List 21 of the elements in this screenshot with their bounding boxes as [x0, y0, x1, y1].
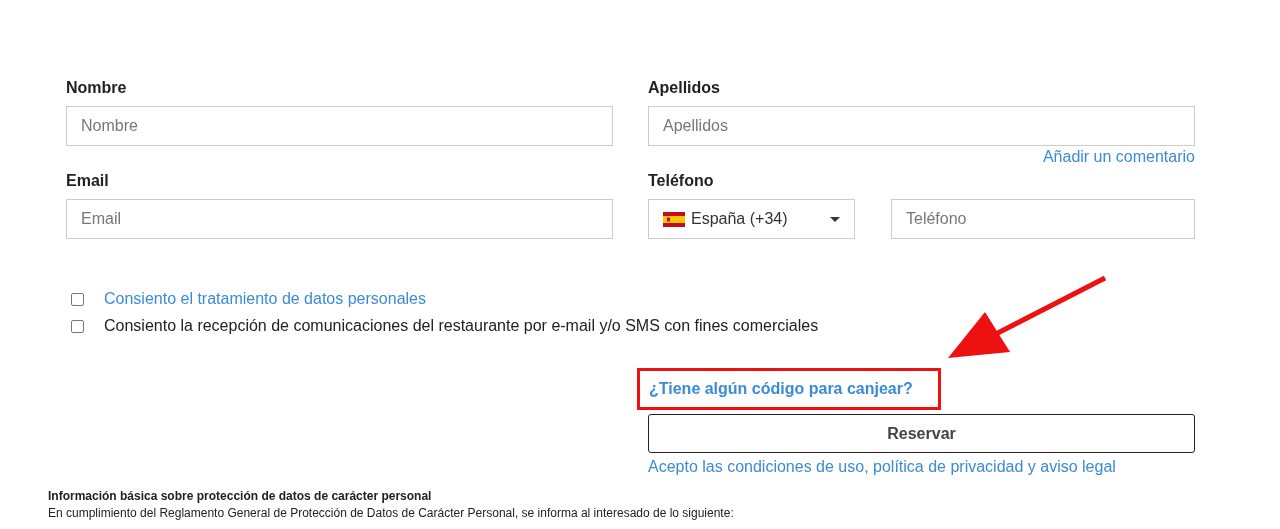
- add-comment-link[interactable]: Añadir un comentario: [1042, 147, 1195, 167]
- field-label: Apellidos: [648, 78, 721, 98]
- info-title: Información básica sobre protección de datos de carácter personal: [48, 488, 433, 505]
- redeem-code-link[interactable]: ¿Tiene algún código para canjear?: [649, 379, 913, 399]
- consent-link[interactable]: Consiento el tratamiento de datos personales: [104, 289, 426, 309]
- field-label: Teléfono: [648, 171, 715, 191]
- caret-icon: [830, 216, 840, 222]
- terms-link[interactable]: Acepto las condiciones de uso, política de privacidad y aviso legal: [648, 458, 1116, 475]
- consent-text: Consiento la recepción de comunicaciones del restaurante por e-mail y/o SMS con fines comerciales: [104, 316, 819, 336]
- country-select[interactable]: España (+34): [648, 199, 855, 239]
- input-field[interactable]: Email: [66, 199, 613, 239]
- spain-flag-icon: [663, 211, 685, 227]
- input-field[interactable]: Nombre: [66, 106, 613, 146]
- input-field[interactable]: Teléfono: [891, 199, 1195, 239]
- info-text: En cumplimiento del Reglamento General de Protección de Datos de Carácter Personal, se informa al interesado de lo siguiente:: [48, 505, 735, 522]
- input-field[interactable]: Apellidos: [648, 106, 1195, 146]
- field-label: Email: [66, 171, 110, 191]
- field-label: Nombre: [66, 78, 128, 98]
- checkbox[interactable]: [71, 319, 84, 333]
- checkbox[interactable]: [71, 292, 84, 306]
- reserve-button[interactable]: Reservar: [648, 414, 1195, 453]
